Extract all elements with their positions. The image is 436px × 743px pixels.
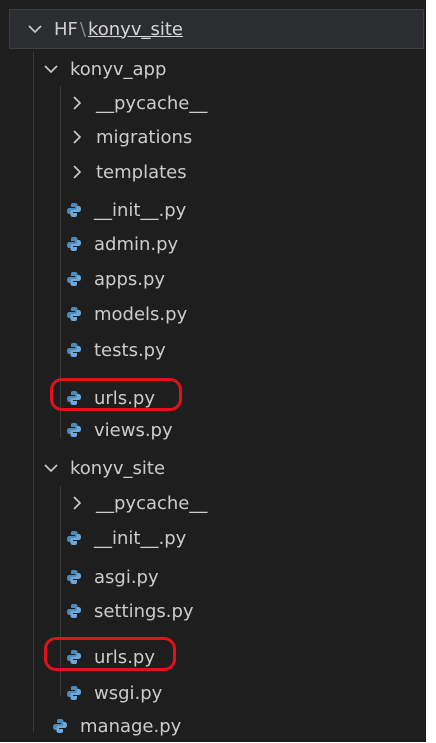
root-folder-label: HF	[54, 18, 78, 40]
folder-item-pycache[interactable]: __pycache__	[0, 86, 426, 120]
file-item-asgi-py[interactable]: asgi.py	[0, 560, 426, 594]
folder-item-pycache[interactable]: __pycache__	[0, 486, 426, 520]
tree-item-label: tests.py	[94, 339, 166, 361]
tree-item-label: __init__.py	[94, 199, 187, 221]
tree-item-label: migrations	[96, 126, 193, 148]
python-file-icon	[66, 685, 82, 701]
tree-item-label: apps.py	[94, 268, 166, 290]
tree-item-label: __init__.py	[94, 527, 187, 549]
chevron-right-icon[interactable]	[70, 130, 84, 144]
folder-item-migrations[interactable]: migrations	[0, 120, 426, 154]
file-item-manage-py[interactable]: manage.py	[0, 709, 426, 743]
project-name-link[interactable]: konyv_site	[88, 19, 183, 40]
python-file-icon	[66, 530, 82, 546]
tree-item-label: __pycache__	[96, 492, 208, 514]
python-file-icon	[66, 422, 82, 438]
python-file-icon	[66, 569, 82, 585]
python-file-icon	[66, 342, 82, 358]
file-item-wsgi-py[interactable]: wsgi.py	[0, 676, 426, 710]
python-file-icon	[66, 271, 82, 287]
file-item-admin-py[interactable]: admin.py	[0, 227, 426, 261]
tree-item-label: admin.py	[94, 233, 179, 255]
tree-item-label: settings.py	[94, 600, 194, 622]
file-item-apps-py[interactable]: apps.py	[0, 262, 426, 296]
tree-item-label: asgi.py	[94, 566, 159, 588]
chevron-down-icon[interactable]	[28, 22, 42, 36]
file-item-urls-py[interactable]: urls.py	[0, 640, 426, 674]
tree-item-label: urls.py	[94, 646, 155, 668]
python-file-icon	[66, 306, 82, 322]
chevron-down-icon[interactable]	[44, 461, 58, 475]
tree-item-label: konyv_app	[70, 58, 167, 80]
tree-item-label: wsgi.py	[94, 682, 163, 704]
chevron-right-icon[interactable]	[70, 165, 84, 179]
chevron-down-icon[interactable]	[44, 62, 58, 76]
folder-item-templates[interactable]: templates	[0, 155, 426, 189]
file-item-models-py[interactable]: models.py	[0, 297, 426, 331]
chevron-right-icon[interactable]	[70, 96, 84, 110]
folder-item-konyv-site[interactable]: konyv_site	[0, 451, 426, 485]
python-file-icon	[66, 603, 82, 619]
path-separator: \	[79, 18, 86, 40]
file-item-init-py[interactable]: __init__.py	[0, 521, 426, 555]
root-folder-row[interactable]: HF \ konyv_site	[0, 12, 426, 46]
tree-item-label: templates	[96, 161, 187, 183]
python-file-icon	[52, 718, 68, 734]
file-item-settings-py[interactable]: settings.py	[0, 594, 426, 628]
file-item-init-py[interactable]: __init__.py	[0, 193, 426, 227]
tree-item-label: manage.py	[80, 715, 182, 737]
tree-item-label: urls.py	[94, 387, 155, 409]
tree-item-label: models.py	[94, 303, 188, 325]
file-item-views-py[interactable]: views.py	[0, 413, 426, 447]
tree-item-label: views.py	[94, 419, 173, 441]
file-item-urls-py[interactable]: urls.py	[0, 381, 426, 415]
python-file-icon	[66, 202, 82, 218]
file-item-tests-py[interactable]: tests.py	[0, 333, 426, 367]
file-explorer: HF \ konyv_site konyv_app __pycache__ migr…	[0, 0, 426, 742]
python-file-icon	[66, 390, 82, 406]
python-file-icon	[66, 236, 82, 252]
folder-item-konyv-app[interactable]: konyv_app	[0, 52, 426, 86]
tree-item-label: konyv_site	[70, 457, 166, 479]
tree-item-label: __pycache__	[96, 92, 208, 114]
chevron-right-icon[interactable]	[70, 496, 84, 510]
python-file-icon	[66, 649, 82, 665]
